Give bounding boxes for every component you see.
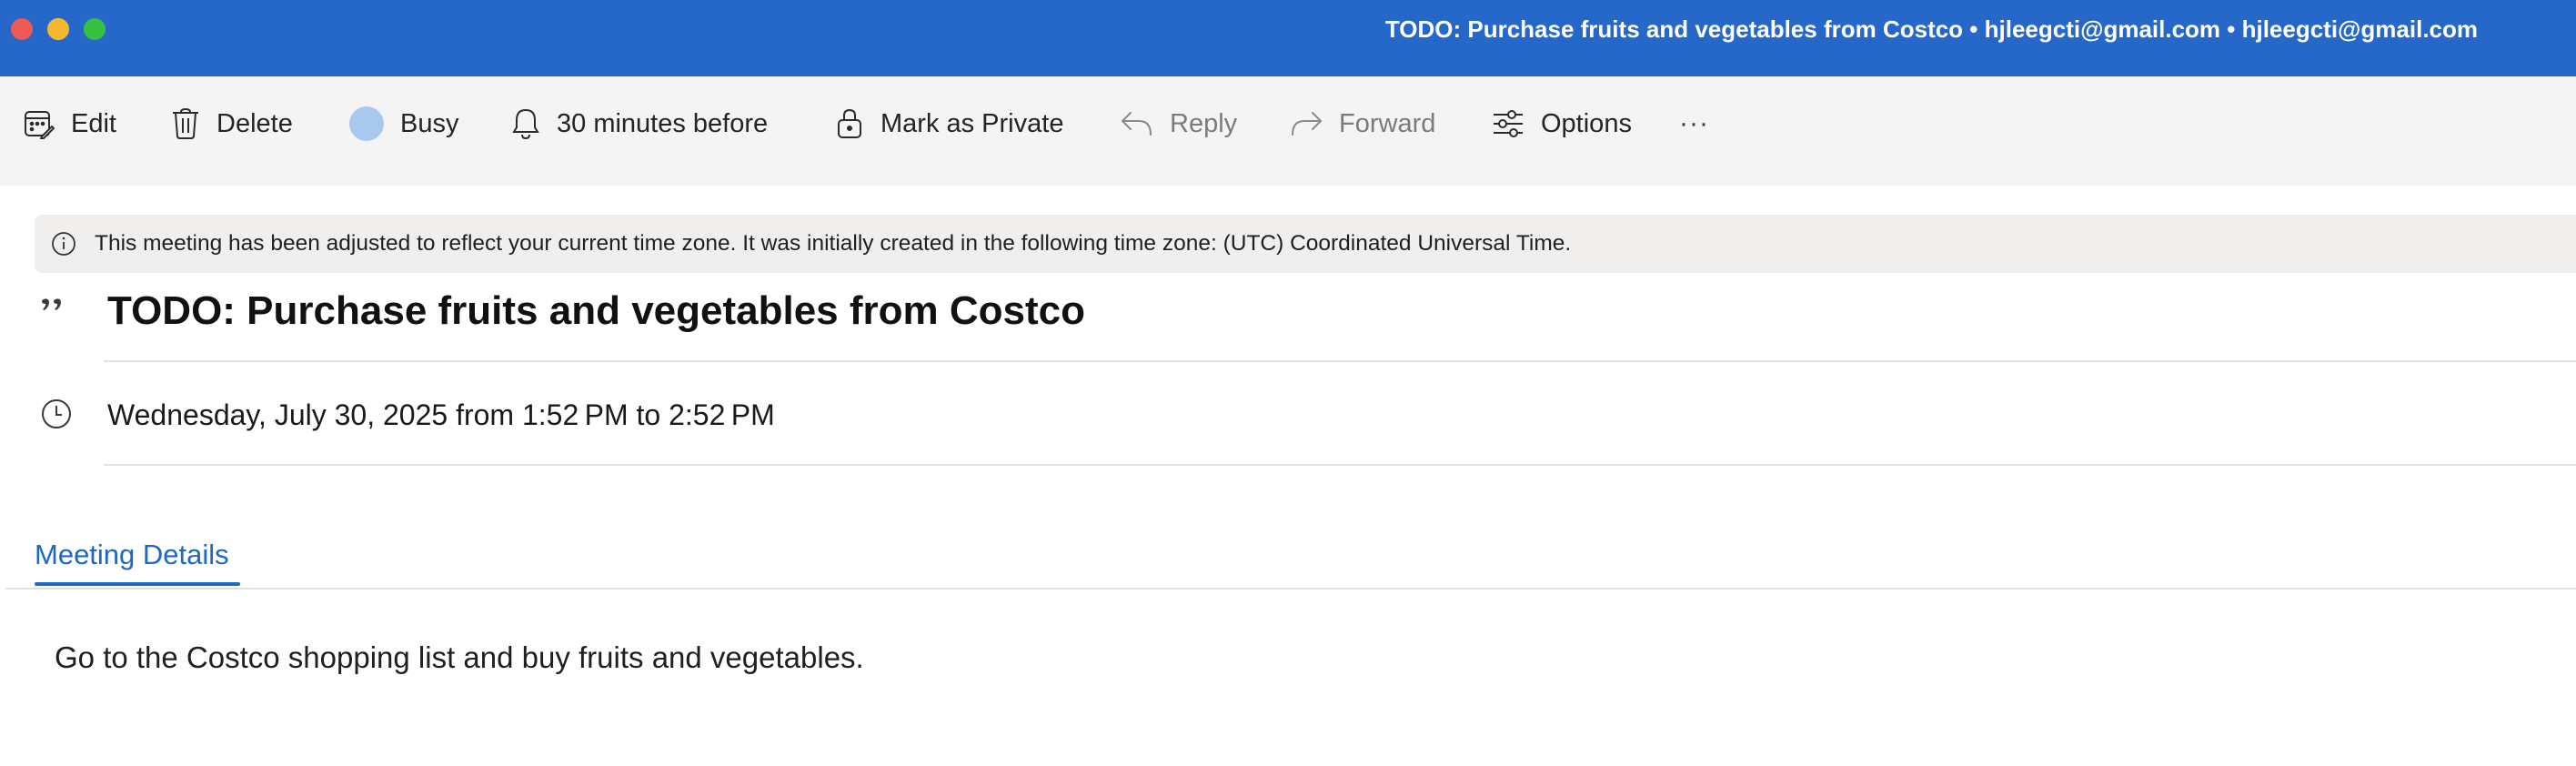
more-actions-button[interactable]: ··· xyxy=(1679,76,1709,171)
delete-button[interactable]: Delete xyxy=(171,76,293,171)
busy-status-icon xyxy=(349,106,384,141)
bell-icon xyxy=(511,107,540,140)
subject-divider xyxy=(104,360,2576,362)
reply-label: Reply xyxy=(1170,108,1238,138)
time-divider xyxy=(104,464,2576,466)
timezone-info-banner: This meeting has been adjusted to reflec… xyxy=(35,215,2576,273)
close-window-button[interactable] xyxy=(11,18,33,40)
lock-icon xyxy=(835,107,864,140)
window-title: TODO: Purchase fruits and vegetables fro… xyxy=(1384,15,2478,43)
banner-text: This meeting has been adjusted to reflec… xyxy=(95,231,1572,256)
mark-as-private-button[interactable]: Mark as Private xyxy=(835,76,1063,171)
meeting-description: Go to the Costco shopping list and buy f… xyxy=(55,640,864,674)
forward-arrow-icon xyxy=(1290,110,1323,137)
info-icon xyxy=(51,231,76,257)
forward-label: Forward xyxy=(1339,108,1436,138)
tab-meeting-details[interactable]: Meeting Details xyxy=(35,537,229,573)
mark-as-private-label: Mark as Private xyxy=(880,108,1064,138)
tab-active-indicator xyxy=(35,582,240,586)
delete-label: Delete xyxy=(216,108,293,138)
edit-label: Edit xyxy=(71,108,116,138)
clock-icon xyxy=(40,398,73,435)
zoom-window-button[interactable] xyxy=(84,18,106,40)
show-as-busy-dropdown[interactable]: Busy xyxy=(349,76,458,171)
quote-icon xyxy=(40,296,67,324)
trash-icon xyxy=(171,107,200,140)
event-toolbar: Edit Delete Busy 30 minutes before Mark … xyxy=(0,76,2576,186)
options-label: Options xyxy=(1541,108,1632,138)
busy-label: Busy xyxy=(400,108,459,138)
options-button[interactable]: Options xyxy=(1492,76,1632,171)
title-bar: TODO: Purchase fruits and vegetables fro… xyxy=(0,0,2576,76)
reminder-label: 30 minutes before xyxy=(557,108,769,138)
reply-button[interactable]: Reply xyxy=(1121,76,1237,171)
event-subject: TODO: Purchase fruits and vegetables fro… xyxy=(107,288,1085,333)
minimize-window-button[interactable] xyxy=(47,18,69,40)
forward-button[interactable]: Forward xyxy=(1290,76,1435,171)
reply-arrow-icon xyxy=(1121,110,1153,137)
sliders-icon xyxy=(1492,108,1524,139)
reminder-dropdown[interactable]: 30 minutes before xyxy=(511,76,768,171)
more-icon: ··· xyxy=(1679,108,1709,138)
edit-button[interactable]: Edit xyxy=(24,76,116,171)
event-date-time: Wednesday, July 30, 2025 from 1:52 PM to… xyxy=(107,398,775,431)
tab-divider xyxy=(5,588,2576,590)
calendar-edit-icon xyxy=(24,108,55,139)
